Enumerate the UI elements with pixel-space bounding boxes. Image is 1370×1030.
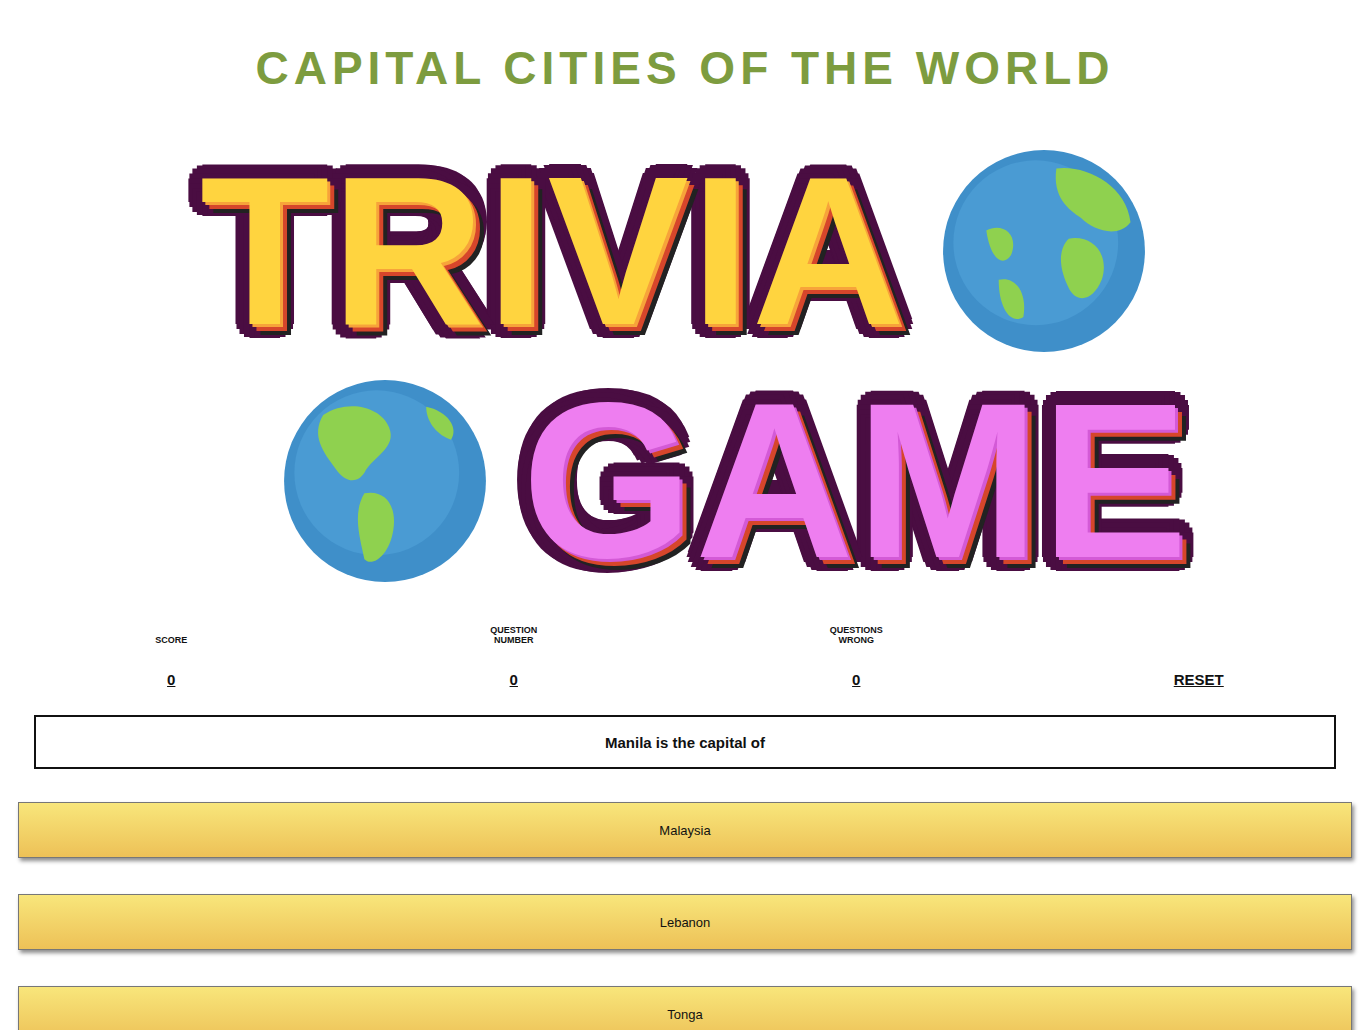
trivia-logo: TRIVIAGAME <box>180 136 1190 596</box>
stat-label: QUESTION NUMBER <box>485 623 543 645</box>
stat-label: QUESTIONS WRONG <box>827 623 885 645</box>
answer-button[interactable]: Lebanon <box>18 894 1352 950</box>
answer-button[interactable]: Malaysia <box>18 802 1352 858</box>
stat: QUESTIONS WRONG 0 <box>685 623 1028 689</box>
logo-word: GAME <box>522 371 1190 591</box>
stats-row: SCORE 0 QUESTION NUMBER 0 QUESTIONS WRONG 0 RE… <box>0 623 1370 689</box>
globe-icon <box>941 148 1147 354</box>
logo-row: GAME <box>180 366 1190 596</box>
logo-row: TRIVIA <box>180 136 1190 366</box>
reset-link[interactable]: RESET <box>1174 671 1224 689</box>
stat-value: 0 <box>852 671 860 689</box>
globe-icon <box>282 378 488 584</box>
answer-list: Malaysia Lebanon Tonga <box>18 802 1352 1030</box>
stat: QUESTION NUMBER 0 <box>343 623 686 689</box>
page: CAPITAL CITIES OF THE WORLD TRIVIAGAME SCO… <box>0 0 1370 1030</box>
stat: SCORE 0 <box>0 623 343 689</box>
stat-label: SCORE <box>155 623 187 645</box>
logo-word: TRIVIA <box>200 145 907 357</box>
answer-button[interactable]: Tonga <box>18 986 1352 1030</box>
stat-value: 0 <box>167 671 175 689</box>
page-title: CAPITAL CITIES OF THE WORLD <box>255 40 1114 96</box>
question-box: Manila is the capital of <box>34 715 1336 769</box>
stat-value: 0 <box>510 671 518 689</box>
